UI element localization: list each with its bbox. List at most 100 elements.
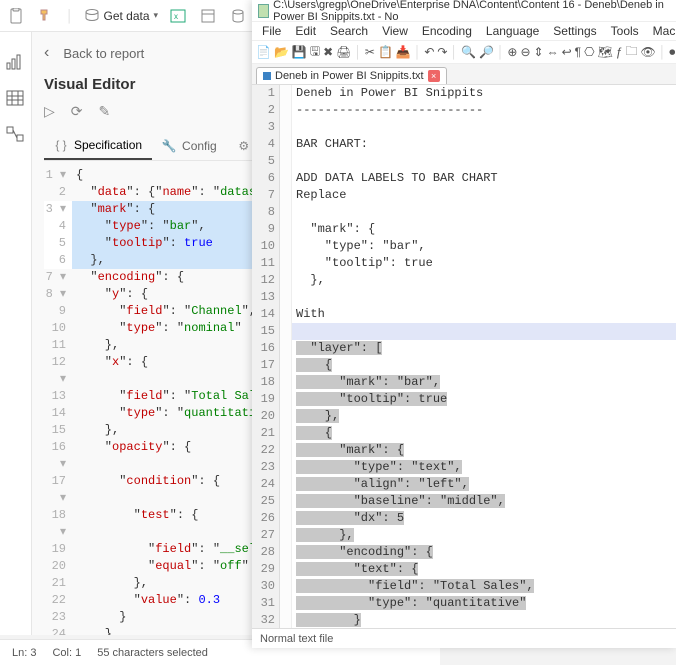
- back-to-report[interactable]: Back to report: [63, 46, 144, 61]
- fold-toggle-icon: [280, 391, 292, 408]
- npp-menu-language[interactable]: Language: [480, 23, 545, 39]
- line-text: {: [292, 357, 676, 374]
- fold-toggle-icon: [280, 170, 292, 187]
- get-data-button[interactable]: Get data ▾: [84, 8, 159, 24]
- func-list-icon[interactable]: ƒ: [616, 44, 623, 60]
- fold-toggle-icon: [280, 136, 292, 153]
- npp-title-text: C:\Users\gregp\OneDrive\Enterprise DNA\C…: [273, 0, 670, 23]
- fold-toggle-icon: [280, 272, 292, 289]
- sync-h-icon[interactable]: ⇔: [547, 44, 559, 60]
- fold-toggle-icon: [280, 255, 292, 272]
- line-text: Replace: [292, 187, 676, 204]
- line-number: 20: [252, 408, 280, 425]
- fold-toggle-icon: [280, 119, 292, 136]
- report-view-icon[interactable]: [6, 54, 26, 72]
- model-view-icon[interactable]: [6, 126, 26, 144]
- monitor-icon[interactable]: 👁: [641, 44, 656, 60]
- wordwrap-icon[interactable]: ↩: [562, 44, 572, 60]
- wrench-icon: 🔧: [162, 139, 176, 153]
- sql-icon[interactable]: [228, 6, 248, 26]
- line-text: }: [292, 612, 676, 628]
- zoom-in-icon[interactable]: ⊕: [507, 44, 517, 60]
- fold-toggle-icon: [280, 510, 292, 527]
- find-icon[interactable]: 🔍: [461, 44, 476, 60]
- close-tab-icon[interactable]: ×: [428, 70, 440, 82]
- npp-line: 25 "baseline": "middle",: [252, 493, 676, 510]
- refresh-icon[interactable]: ⟳: [71, 103, 83, 120]
- get-data-label: Get data: [104, 9, 150, 23]
- open-file-icon[interactable]: 📂: [274, 44, 289, 60]
- fold-toggle-icon: [280, 374, 292, 391]
- fold-toggle-icon: [280, 238, 292, 255]
- npp-menu-edit[interactable]: Edit: [289, 23, 322, 39]
- replace-icon[interactable]: 🔎: [479, 44, 494, 60]
- data-hub-icon[interactable]: [198, 6, 218, 26]
- npp-tabbar: Deneb in Power BI Snippits.txt ×: [252, 64, 676, 84]
- tab-config[interactable]: 🔧 Config: [152, 132, 227, 160]
- folder-view-icon[interactable]: 🗀: [626, 44, 638, 60]
- line-text: "type": "bar",: [292, 238, 676, 255]
- copy-icon[interactable]: 📋: [378, 44, 393, 60]
- excel-icon[interactable]: x: [168, 6, 188, 26]
- paste-icon[interactable]: 📥: [396, 44, 411, 60]
- fold-toggle-icon: [280, 459, 292, 476]
- fold-toggle-icon: [280, 102, 292, 119]
- npp-menu-file[interactable]: File: [256, 23, 287, 39]
- tab-specification[interactable]: { } Specification: [44, 132, 152, 160]
- line-number: 5: [252, 153, 280, 170]
- npp-menu-encoding[interactable]: Encoding: [416, 23, 478, 39]
- line-number: 16: [252, 340, 280, 357]
- npp-line: 32 }: [252, 612, 676, 628]
- clipboard-icon[interactable]: [6, 6, 26, 26]
- line-number: 31: [252, 595, 280, 612]
- line-number: 23: [252, 459, 280, 476]
- doc-map-icon[interactable]: 🗺: [598, 44, 613, 60]
- line-number: 11: [252, 255, 280, 272]
- save-icon[interactable]: 💾: [292, 44, 307, 60]
- npp-menu-macro[interactable]: Macro: [647, 23, 676, 39]
- npp-tab-active[interactable]: Deneb in Power BI Snippits.txt ×: [256, 67, 447, 84]
- edit-icon[interactable]: ✎: [99, 103, 111, 120]
- data-view-icon[interactable]: [6, 90, 26, 108]
- print-icon[interactable]: 🖨: [336, 44, 351, 60]
- cut-icon[interactable]: ✂: [365, 44, 375, 60]
- npp-status-filetype: Normal text file: [260, 633, 333, 645]
- npp-titlebar[interactable]: C:\Users\gregp\OneDrive\Enterprise DNA\C…: [252, 0, 676, 22]
- format-painter-icon[interactable]: [36, 6, 56, 26]
- npp-menu-search[interactable]: Search: [324, 23, 374, 39]
- play-icon[interactable]: ▷: [44, 103, 55, 120]
- npp-menu-view[interactable]: View: [376, 23, 414, 39]
- save-all-icon[interactable]: 🖫: [310, 44, 320, 60]
- line-text: "tooltip": true: [292, 255, 676, 272]
- line-text: ADD DATA LABELS TO BAR CHART: [292, 170, 676, 187]
- fold-toggle-icon: [280, 85, 292, 102]
- npp-line: 20 },: [252, 408, 676, 425]
- tab-spec-label: Specification: [74, 138, 142, 152]
- npp-line: 9 "mark": {: [252, 221, 676, 238]
- npp-menu-tools[interactable]: Tools: [605, 23, 645, 39]
- undo-icon[interactable]: ↶: [424, 44, 434, 60]
- line-number: 4: [252, 136, 280, 153]
- show-all-chars-icon[interactable]: ¶: [575, 44, 581, 60]
- close-file-icon[interactable]: ✖: [323, 44, 333, 60]
- npp-line: 19 "tooltip": true: [252, 391, 676, 408]
- redo-icon[interactable]: ↷: [437, 44, 447, 60]
- npp-line: 13: [252, 289, 676, 306]
- status-col: Col: 1: [52, 647, 81, 659]
- npp-editor[interactable]: 1Deneb in Power BI Snippits2------------…: [252, 84, 676, 628]
- line-number: 13: [252, 289, 280, 306]
- status-selection: 55 characters selected: [97, 647, 208, 659]
- record-macro-icon[interactable]: ⏺: [669, 44, 675, 60]
- fold-toggle-icon: [280, 357, 292, 374]
- line-number: 3: [252, 119, 280, 136]
- line-number: 15: [252, 323, 280, 340]
- new-file-icon[interactable]: 📄: [256, 44, 271, 60]
- line-number: 22: [252, 442, 280, 459]
- line-number: 26: [252, 510, 280, 527]
- line-number: 21: [252, 425, 280, 442]
- indent-guide-icon[interactable]: ⎔: [584, 44, 594, 60]
- zoom-out-icon[interactable]: ⊖: [520, 44, 530, 60]
- npp-menu-settings[interactable]: Settings: [547, 23, 602, 39]
- sync-v-icon[interactable]: ⇕: [534, 44, 544, 60]
- back-arrow-icon[interactable]: ‹: [44, 44, 49, 62]
